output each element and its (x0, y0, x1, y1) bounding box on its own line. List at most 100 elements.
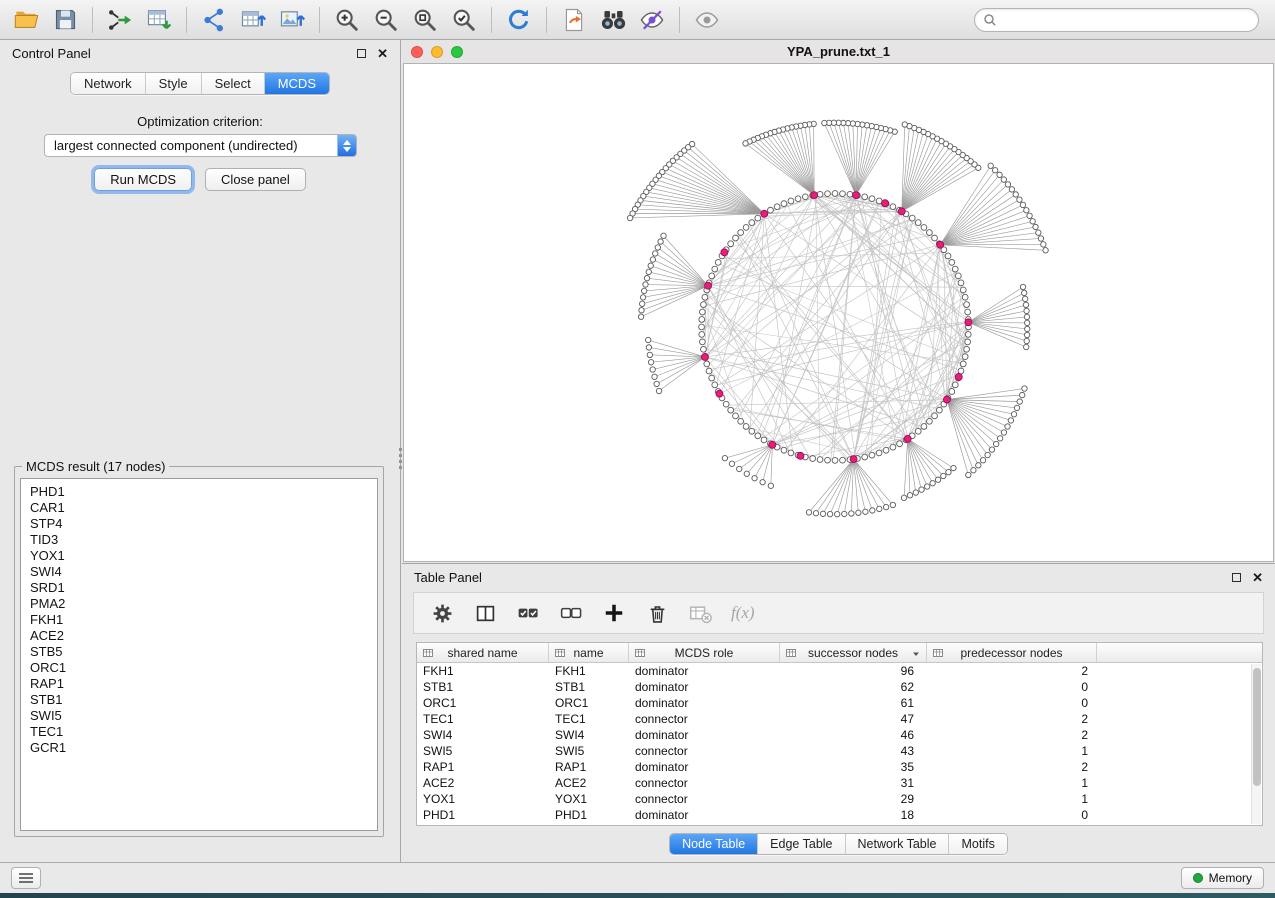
cell-shared-name[interactable]: SWI4 (417, 728, 549, 742)
cell-shared-name[interactable]: STB1 (417, 680, 549, 694)
export-image-button[interactable] (276, 5, 308, 35)
import-table-button[interactable] (143, 5, 175, 35)
cell-name[interactable]: ACE2 (549, 776, 629, 790)
cell-shared-name[interactable]: PHD1 (417, 808, 549, 822)
maximize-window-icon[interactable] (451, 46, 463, 58)
add-column-button[interactable] (602, 601, 626, 625)
mcds-result-item[interactable]: TID3 (30, 532, 368, 548)
cell-mcds-role[interactable]: dominator (629, 696, 780, 710)
table-scrollbar[interactable] (1251, 664, 1261, 824)
tab-select[interactable]: Select (201, 73, 264, 94)
network-graph[interactable] (404, 64, 1273, 561)
mcds-result-item[interactable]: GCR1 (30, 740, 368, 756)
cell-name[interactable]: FKH1 (549, 664, 629, 678)
cell-name[interactable]: RAP1 (549, 760, 629, 774)
import-network-button[interactable] (104, 5, 136, 35)
column-header-shared-name[interactable]: shared name (417, 643, 549, 662)
deselect-all-button[interactable] (559, 601, 583, 625)
tab-network-table[interactable]: Network Table (845, 834, 949, 854)
cell-mcds-role[interactable]: dominator (629, 664, 780, 678)
mcds-result-item[interactable]: PMA2 (30, 596, 368, 612)
table-row[interactable]: YOX1 YOX1 connector 29 1 (417, 791, 1262, 807)
table-row[interactable]: SWI5 SWI5 connector 43 1 (417, 743, 1262, 759)
cell-successor-nodes[interactable]: 31 (780, 776, 927, 790)
scrollbar-thumb[interactable] (1253, 668, 1261, 786)
zoom-in-button[interactable] (331, 5, 363, 35)
column-header-mcds-role[interactable]: MCDS role (629, 643, 780, 662)
tab-node-table[interactable]: Node Table (670, 834, 757, 854)
cell-successor-nodes[interactable]: 43 (780, 744, 927, 758)
export-network-button[interactable] (198, 5, 230, 35)
cell-shared-name[interactable]: ORC1 (417, 696, 549, 710)
column-header-name[interactable]: name (549, 643, 629, 662)
open-file-button[interactable] (10, 5, 42, 35)
cell-predecessor-nodes[interactable]: 0 (927, 680, 1097, 694)
table-row[interactable]: STB1 STB1 dominator 62 0 (417, 679, 1262, 695)
mcds-result-item[interactable]: TEC1 (30, 724, 368, 740)
delete-column-button[interactable] (645, 601, 669, 625)
select-all-button[interactable] (516, 601, 540, 625)
sort-chevron-icon[interactable] (912, 650, 920, 658)
column-header-predecessor-nodes[interactable]: predecessor nodes (927, 643, 1097, 662)
cell-mcds-role[interactable]: dominator (629, 760, 780, 774)
mcds-result-item[interactable]: STB5 (30, 644, 368, 660)
zoom-fit-button[interactable] (409, 5, 441, 35)
cell-name[interactable]: SWI5 (549, 744, 629, 758)
mcds-result-item[interactable]: ACE2 (30, 628, 368, 644)
memory-button[interactable]: Memory (1181, 867, 1264, 889)
cell-predecessor-nodes[interactable]: 0 (927, 808, 1097, 822)
run-mcds-button[interactable]: Run MCDS (94, 168, 192, 191)
hide-graphics-button[interactable] (636, 5, 668, 35)
mcds-result-item[interactable]: PHD1 (30, 484, 368, 500)
status-menu-button[interactable] (11, 867, 41, 889)
cell-name[interactable]: SWI4 (549, 728, 629, 742)
tab-style[interactable]: Style (145, 73, 201, 94)
cell-mcds-role[interactable]: connector (629, 744, 780, 758)
show-columns-button[interactable] (473, 601, 497, 625)
cell-shared-name[interactable]: FKH1 (417, 664, 549, 678)
criterion-select[interactable]: largest connected component (undirected) (44, 134, 357, 157)
mcds-result-item[interactable]: SWI4 (30, 564, 368, 580)
close-window-icon[interactable] (411, 46, 423, 58)
cell-predecessor-nodes[interactable]: 2 (927, 712, 1097, 726)
table-row[interactable]: ORC1 ORC1 dominator 61 0 (417, 695, 1262, 711)
show-graphics-button[interactable] (691, 5, 723, 35)
mcds-result-item[interactable]: STP4 (30, 516, 368, 532)
mcds-result-item[interactable]: ORC1 (30, 660, 368, 676)
cell-successor-nodes[interactable]: 61 (780, 696, 927, 710)
float-table-panel-button[interactable] (1232, 573, 1241, 582)
cell-predecessor-nodes[interactable]: 1 (927, 776, 1097, 790)
cell-predecessor-nodes[interactable]: 1 (927, 792, 1097, 806)
find-button[interactable] (597, 5, 629, 35)
cell-name[interactable]: YOX1 (549, 792, 629, 806)
cell-mcds-role[interactable]: dominator (629, 728, 780, 742)
clear-table-button[interactable] (688, 601, 712, 625)
cell-shared-name[interactable]: ACE2 (417, 776, 549, 790)
cell-name[interactable]: PHD1 (549, 808, 629, 822)
cell-successor-nodes[interactable]: 35 (780, 760, 927, 774)
search-box[interactable] (974, 8, 1259, 32)
table-row[interactable]: RAP1 RAP1 dominator 35 2 (417, 759, 1262, 775)
share-document-button[interactable] (558, 5, 590, 35)
cell-predecessor-nodes[interactable]: 2 (927, 728, 1097, 742)
close-panel-button[interactable]: ✕ (377, 47, 388, 60)
cell-mcds-role[interactable]: dominator (629, 808, 780, 822)
table-row[interactable]: PHD1 PHD1 dominator 18 0 (417, 807, 1262, 823)
network-window-titlebar[interactable]: YPA_prune.txt_1 (402, 40, 1275, 63)
cell-mcds-role[interactable]: dominator (629, 680, 780, 694)
cell-name[interactable]: TEC1 (549, 712, 629, 726)
tab-motifs[interactable]: Motifs (948, 834, 1006, 854)
tab-network[interactable]: Network (71, 73, 145, 94)
mcds-result-item[interactable]: SWI5 (30, 708, 368, 724)
tab-edge-table[interactable]: Edge Table (757, 834, 844, 854)
mcds-result-item[interactable]: CAR1 (30, 500, 368, 516)
table-row[interactable]: TEC1 TEC1 connector 47 2 (417, 711, 1262, 727)
save-session-button[interactable] (49, 5, 81, 35)
cell-mcds-role[interactable]: connector (629, 712, 780, 726)
cell-successor-nodes[interactable]: 96 (780, 664, 927, 678)
cell-mcds-role[interactable]: connector (629, 776, 780, 790)
cell-name[interactable]: STB1 (549, 680, 629, 694)
tab-mcds[interactable]: MCDS (264, 73, 329, 94)
cell-successor-nodes[interactable]: 62 (780, 680, 927, 694)
cell-predecessor-nodes[interactable]: 0 (927, 696, 1097, 710)
